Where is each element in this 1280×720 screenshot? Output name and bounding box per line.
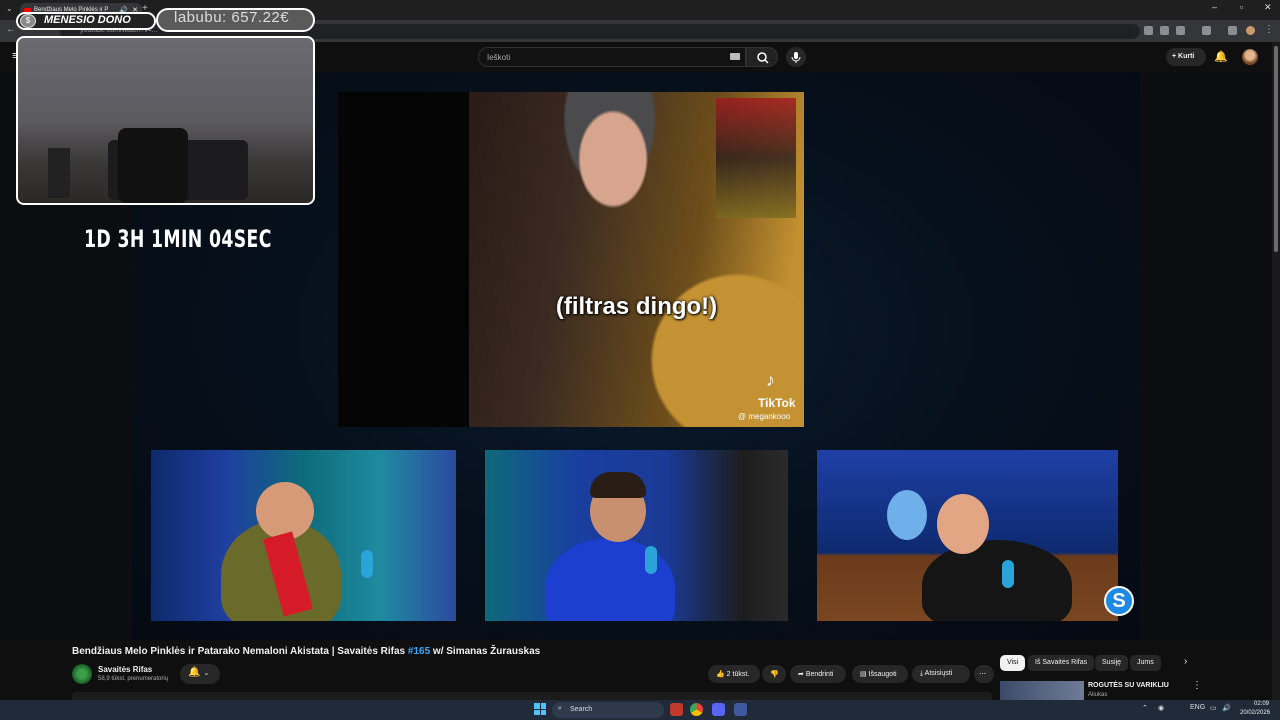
cast-icon[interactable]	[1160, 26, 1169, 35]
clock-date[interactable]: 20/02/2026	[1240, 710, 1270, 716]
video-title-main: Bendžiaus Melo Pinklės ir Patarako Nemal…	[72, 646, 408, 657]
tiktok-logo-icon: ♪	[766, 370, 775, 390]
room-chair	[118, 128, 188, 203]
coin-icon: $	[20, 14, 36, 28]
share-icon: ➦	[798, 671, 806, 678]
dislike-button[interactable]: 👎	[762, 665, 786, 683]
video-title: Bendžiaus Melo Pinklės ir Patarako Nemal…	[72, 646, 540, 657]
chip-from-channel[interactable]: Iš Savaitės Rifas	[1028, 655, 1095, 671]
tray-chevron-icon[interactable]: ⌃	[1142, 704, 1148, 712]
subscription-bell-button[interactable]: 🔔 ⌄	[180, 664, 220, 684]
voice-search-button[interactable]	[786, 47, 806, 67]
chrome-icon[interactable]	[690, 703, 703, 716]
playlist-add-icon: ▤	[860, 671, 869, 678]
search-button[interactable]	[746, 47, 778, 67]
translate-icon[interactable]	[1144, 26, 1153, 35]
recommended-title[interactable]: ROGUTĖS SU VARIKLIU	[1088, 682, 1169, 689]
network-icon[interactable]: ▭	[1210, 704, 1217, 712]
more-actions-button[interactable]: ⋯	[974, 665, 994, 683]
tiktok-clip	[469, 92, 804, 427]
tiktok-handle: @ megankooo	[738, 412, 791, 421]
create-button[interactable]: + Kurti	[1166, 48, 1206, 66]
minimize-button[interactable]: –	[1212, 2, 1217, 12]
taskbar-app-icon[interactable]	[670, 703, 683, 716]
tray-app-icon[interactable]: ◉	[1158, 704, 1164, 712]
search-icon: ⌕	[558, 705, 562, 712]
channel-watermark-logo: S	[1104, 586, 1134, 616]
save-button[interactable]: ▤ Išsaugoti	[852, 665, 908, 683]
taskbar-app-icon-2[interactable]	[734, 703, 747, 716]
studio-microphone	[361, 550, 373, 578]
taskbar-search-label: Search	[570, 706, 593, 713]
chip-related[interactable]: Susiję	[1095, 655, 1129, 671]
notifications-bell-icon[interactable]: 🔔	[1214, 50, 1228, 63]
keyboard-icon[interactable]	[730, 53, 740, 60]
donation-amount: labubu: 657.22€	[174, 9, 290, 26]
media-control-icon[interactable]	[1228, 26, 1237, 35]
like-count: 2 tūkst.	[726, 671, 750, 678]
studio-microphone	[1002, 560, 1014, 588]
maximize-button[interactable]: ▫	[1240, 2, 1243, 12]
description-box[interactable]	[72, 692, 992, 700]
studio-microphone	[645, 546, 657, 574]
download-label: Atsisiųsti	[924, 670, 953, 677]
close-window-button[interactable]: ✕	[1264, 2, 1272, 13]
player-letterbox-right	[1140, 72, 1272, 640]
chevron-down-icon: ⌄	[203, 670, 210, 677]
tab-search-icon[interactable]: ⌄	[6, 4, 13, 13]
taskbar-search[interactable]: ⌕ Search	[552, 702, 664, 718]
volume-icon[interactable]: 🔊	[1222, 704, 1231, 712]
recommended-thumbnail[interactable]	[1000, 681, 1084, 700]
clock-time[interactable]: 02:09	[1254, 701, 1269, 707]
room-plant	[48, 148, 70, 198]
channel-avatar[interactable]	[72, 664, 92, 684]
host-head	[256, 482, 314, 540]
camera-feed-guest-center	[485, 450, 788, 621]
bookmark-star-icon[interactable]	[1176, 26, 1185, 35]
thumbs-down-icon: 👎	[770, 671, 779, 678]
clip-caption: (filtras dingo!)	[555, 293, 718, 320]
background-sign	[716, 98, 796, 218]
tiktok-brand: TikTok	[758, 396, 796, 410]
create-label: Kurti	[1178, 53, 1195, 60]
scrollbar-thumb[interactable]	[1274, 46, 1278, 252]
guest-hair	[590, 472, 646, 498]
microphone-icon	[791, 52, 801, 63]
download-button[interactable]: ⤓ Atsisiųsti	[912, 665, 970, 683]
back-icon[interactable]: ←	[6, 24, 16, 35]
save-label: Išsaugoti	[868, 671, 897, 678]
chevron-right-icon[interactable]: ›	[1184, 656, 1187, 667]
shark-plush	[887, 490, 927, 540]
bell-icon: 🔔	[188, 667, 201, 678]
host-body	[922, 540, 1072, 621]
extensions-icon[interactable]	[1202, 26, 1211, 35]
chip-all[interactable]: Visi	[1000, 655, 1026, 671]
channel-name[interactable]: Savaitės Rifas	[98, 665, 152, 674]
streamer-webcam	[16, 36, 315, 205]
donation-label: MENESIO DONO	[44, 14, 131, 26]
subscriber-count: 58,9 tūkst. prenumeratorių	[98, 676, 169, 682]
search-input[interactable]: Ieškoti	[478, 47, 746, 67]
hashtag-link[interactable]: #165	[408, 646, 430, 657]
search-icon	[757, 52, 769, 64]
browser-menu-icon[interactable]: ⋮	[1264, 24, 1274, 35]
like-button[interactable]: 👍 2 tūkst.	[708, 665, 760, 683]
windows-start-icon[interactable]	[534, 703, 546, 715]
camera-feed-host-right	[817, 450, 1118, 621]
profile-icon[interactable]	[1246, 26, 1255, 35]
thumbs-up-icon: 👍	[716, 671, 727, 678]
countdown-timer: 1D 3H 1MIN 04SEC	[84, 225, 272, 253]
language-indicator[interactable]: ENG	[1190, 704, 1205, 711]
discord-icon[interactable]	[712, 703, 725, 716]
account-avatar[interactable]	[1242, 49, 1258, 65]
recommended-channel[interactable]: Aliukas	[1088, 692, 1107, 698]
share-button[interactable]: ➦ Bendrinti	[790, 665, 846, 683]
camera-feed-host-left	[151, 450, 456, 621]
host-head	[937, 494, 989, 554]
video-title-tail: w/ Simanas Žurauskas	[430, 646, 541, 657]
more-options-icon[interactable]: ⋮	[1192, 680, 1202, 691]
share-label: Bendrinti	[805, 671, 834, 678]
chip-for-you[interactable]: Jums	[1130, 655, 1161, 671]
